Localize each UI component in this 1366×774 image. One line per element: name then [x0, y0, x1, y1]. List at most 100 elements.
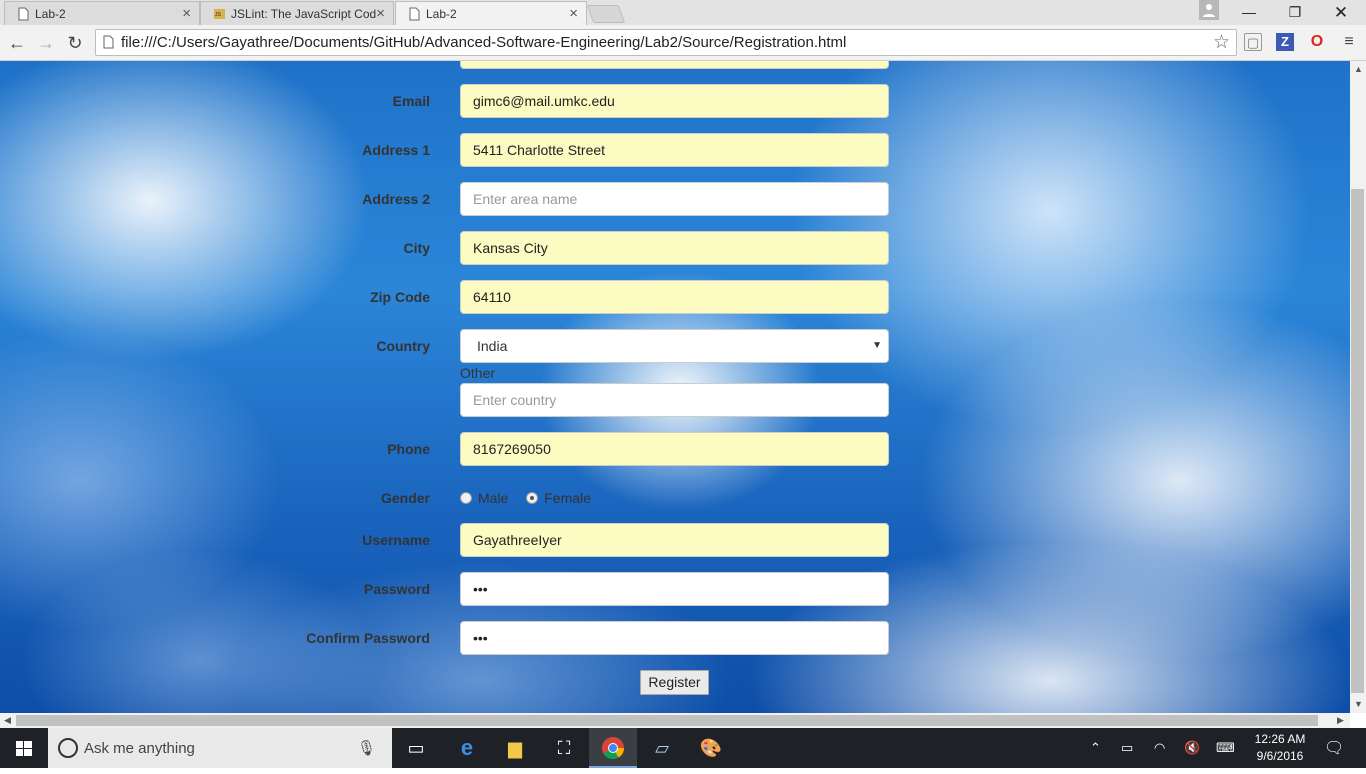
browser-toolbar: ← → ↻ file:///C:/Users/Gayathree/Documen… — [0, 25, 1366, 61]
address2-field[interactable]: Enter area name — [460, 182, 889, 216]
city-field[interactable]: Kansas City — [460, 231, 889, 265]
clock-time: 12:26 AM — [1254, 732, 1306, 746]
country-select[interactable]: India ▼ — [460, 329, 889, 363]
volume-muted-icon[interactable]: 🔇 — [1184, 740, 1200, 756]
tab-title: JSLint: The JavaScript Cod — [231, 7, 377, 21]
username-label: Username — [362, 532, 430, 548]
gender-row: Gender Male Female — [0, 481, 1350, 515]
other-country-field[interactable]: Enter country — [460, 383, 889, 417]
page-icon — [18, 7, 29, 21]
email-row: Email gimc6@mail.umkc.edu — [0, 84, 1350, 118]
url-text: file:///C:/Users/Gayathree/Documents/Git… — [121, 34, 847, 51]
city-label: City — [403, 240, 430, 256]
microphone-icon[interactable]: 🎙 — [357, 739, 376, 757]
address-bar[interactable]: file:///C:/Users/Gayathree/Documents/Git… — [95, 29, 1237, 56]
start-button[interactable] — [0, 728, 48, 768]
extension-icon[interactable]: ▢ — [1244, 33, 1262, 51]
username-field[interactable]: GayathreeIyer — [460, 523, 889, 557]
new-tab-button[interactable] — [586, 5, 626, 23]
country-row: Country India ▼ — [0, 329, 1350, 363]
address1-row: Address 1 5411 Charlotte Street — [0, 133, 1350, 167]
cortana-search-box[interactable]: Ask me anything 🎙 — [48, 728, 392, 768]
tab-title: Lab-2 — [426, 7, 457, 21]
country-label: Country — [376, 338, 430, 354]
dropdown-arrow-icon: ▼ — [872, 340, 882, 351]
zip-field[interactable]: 64110 — [460, 280, 889, 314]
zotero-icon[interactable]: Z — [1276, 33, 1294, 51]
confirm-password-field[interactable]: ••• — [460, 621, 889, 655]
menu-icon[interactable]: ≡ — [1340, 33, 1358, 51]
tab-jslint[interactable]: JS JSLint: The JavaScript Cod × — [200, 1, 394, 25]
register-button[interactable]: Register — [640, 670, 709, 695]
other-country-row: Enter country — [0, 383, 1350, 417]
close-icon[interactable]: × — [376, 5, 385, 22]
notifications-icon[interactable]: 🗨 — [1324, 738, 1344, 758]
windows-logo-icon — [16, 741, 32, 756]
wifi-icon[interactable]: ◠ — [1154, 740, 1165, 756]
gender-radio-group: Male Female — [460, 490, 605, 506]
clock-date: 9/6/2016 — [1256, 749, 1304, 763]
email-label: Email — [392, 93, 430, 109]
other-country-label: Other — [460, 365, 496, 381]
scroll-down-icon[interactable]: ▼ — [1354, 699, 1363, 709]
country-selected-value: India — [477, 338, 508, 354]
close-window-button[interactable]: ✕ — [1318, 0, 1364, 25]
horizontal-scrollbar[interactable]: ◀ ▶ — [0, 713, 1350, 728]
store-icon[interactable]: ⛶ — [540, 728, 588, 768]
page-icon — [409, 7, 420, 21]
gender-female-label: Female — [544, 490, 591, 506]
keyboard-icon[interactable]: ⌨ — [1216, 740, 1235, 756]
file-explorer-icon[interactable]: ▆ — [491, 728, 539, 768]
show-hidden-icons[interactable]: ⌃ — [1090, 740, 1101, 756]
svg-text:JS: JS — [215, 12, 222, 18]
page-icon — [103, 35, 114, 49]
phone-row: Phone 8167269050 — [0, 432, 1350, 466]
tab-lab2-first[interactable]: Lab-2 × — [4, 1, 200, 25]
task-view-icon[interactable]: ▭ — [392, 728, 440, 768]
gender-male-label: Male — [478, 490, 509, 506]
close-icon[interactable]: × — [182, 5, 191, 22]
password-field[interactable]: ••• — [460, 572, 889, 606]
confirm-password-row: Confirm Password ••• — [0, 621, 1350, 655]
city-row: City Kansas City — [0, 231, 1350, 265]
vertical-scrollbar[interactable]: ▲ ▼ — [1350, 61, 1366, 713]
scroll-left-icon[interactable]: ◀ — [4, 715, 11, 726]
close-icon[interactable]: × — [569, 5, 578, 22]
gender-female-radio[interactable] — [526, 492, 539, 504]
zip-row: Zip Code 64110 — [0, 280, 1350, 314]
page-viewport: Email gimc6@mail.umkc.edu Address 1 5411… — [0, 61, 1350, 713]
scroll-up-icon[interactable]: ▲ — [1354, 64, 1363, 74]
previous-field-partial[interactable] — [460, 61, 889, 69]
address1-field[interactable]: 5411 Charlotte Street — [460, 133, 889, 167]
horizontal-scroll-thumb[interactable] — [16, 715, 1318, 726]
back-button[interactable]: ← — [5, 31, 29, 55]
phone-label: Phone — [387, 441, 430, 457]
bookmark-star-icon[interactable]: ☆ — [1213, 31, 1230, 54]
windows-taskbar: Ask me anything 🎙 ▭ e ▆ ⛶ ▱ 🎨 ⌃ ▭ ◠ 🔇 ⌨ … — [0, 728, 1366, 768]
minimize-button[interactable]: — — [1226, 0, 1272, 25]
jslint-icon: JS — [214, 9, 225, 19]
email-field[interactable]: gimc6@mail.umkc.edu — [460, 84, 889, 118]
system-clock[interactable]: 12:26 AM 9/6/2016 — [1250, 731, 1310, 765]
forward-button[interactable]: → — [34, 31, 58, 55]
confirm-password-label: Confirm Password — [306, 630, 430, 646]
tab-lab2-active[interactable]: Lab-2 × — [395, 1, 587, 25]
reload-button[interactable]: ↻ — [63, 31, 87, 55]
vertical-scroll-thumb[interactable] — [1351, 189, 1364, 693]
username-row: Username GayathreeIyer — [0, 523, 1350, 557]
restore-button[interactable]: ❐ — [1272, 0, 1318, 25]
address2-row: Address 2 Enter area name — [0, 182, 1350, 216]
paint-icon[interactable]: 🎨 — [687, 728, 735, 768]
notepad-icon[interactable]: ▱ — [638, 728, 686, 768]
battery-icon[interactable]: ▭ — [1121, 740, 1133, 756]
password-row: Password ••• — [0, 572, 1350, 606]
phone-field[interactable]: 8167269050 — [460, 432, 889, 466]
edge-icon[interactable]: e — [443, 728, 491, 768]
address2-label: Address 2 — [362, 191, 430, 207]
chrome-icon[interactable] — [589, 728, 637, 768]
opera-icon[interactable]: O — [1308, 33, 1326, 51]
tab-title: Lab-2 — [35, 7, 66, 21]
search-placeholder: Ask me anything — [84, 740, 195, 757]
gender-male-radio[interactable] — [460, 492, 472, 504]
scroll-right-icon[interactable]: ▶ — [1337, 715, 1344, 726]
